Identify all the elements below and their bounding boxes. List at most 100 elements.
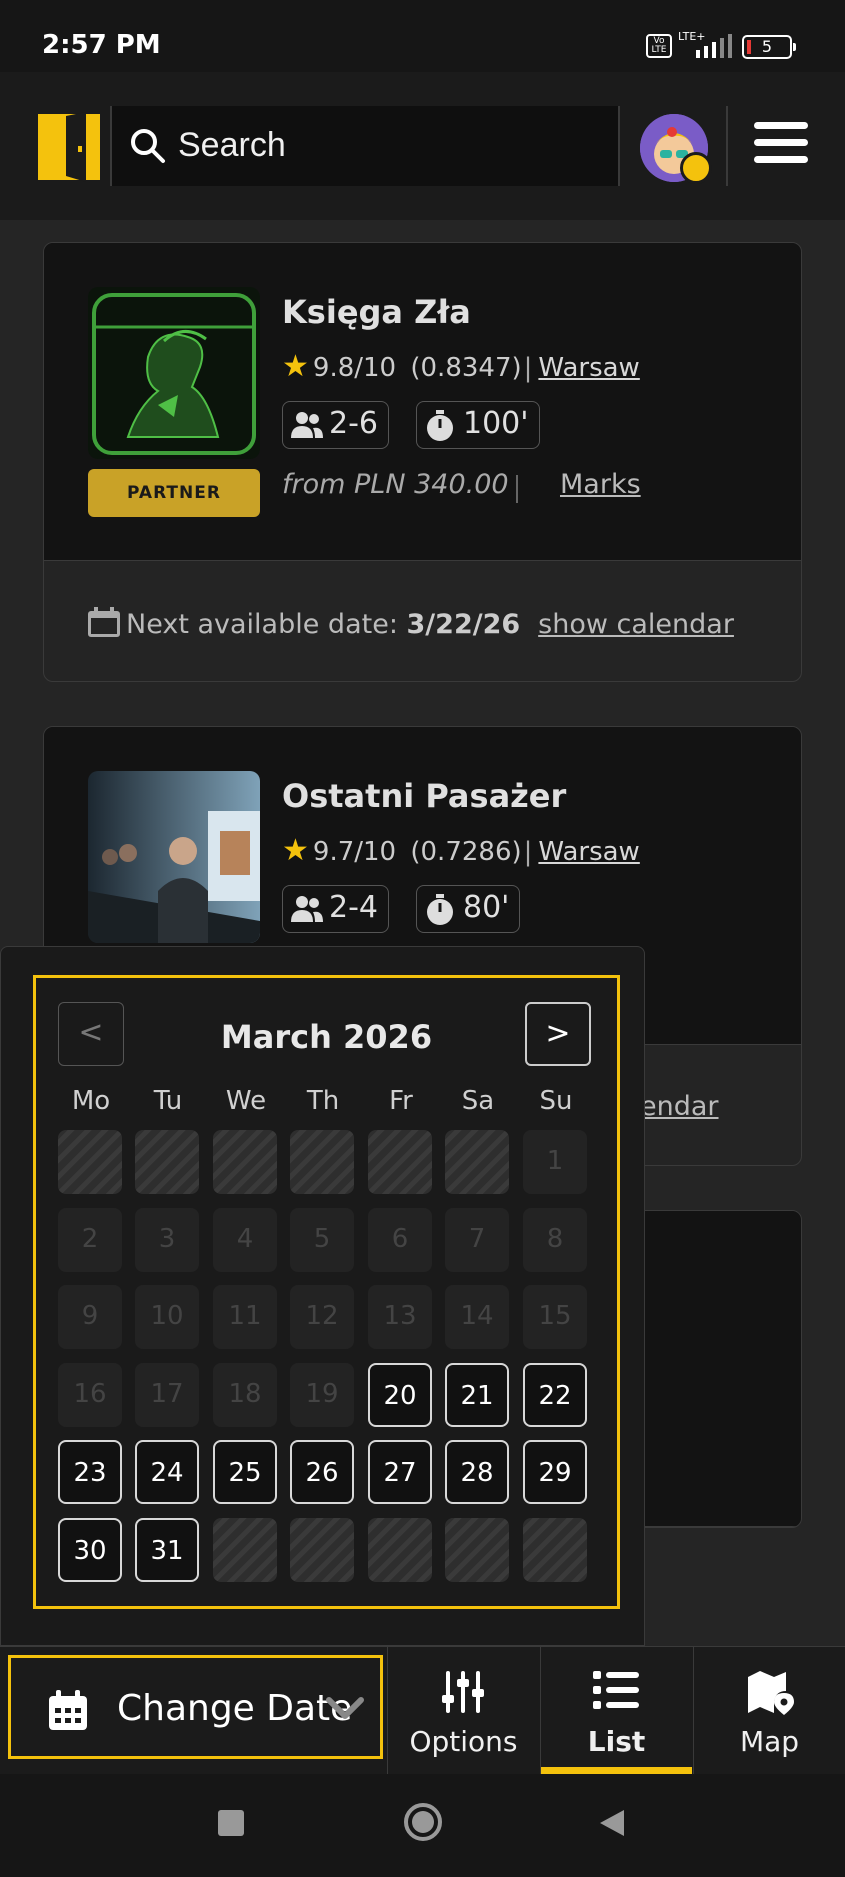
tab-list-label: List (587, 1725, 646, 1758)
rating-value: 9.8/10 (312, 353, 397, 383)
date-picker-popup: < March 2026 > Mo Tu We Th Fr Sa Su 1234567891… (0, 946, 645, 1646)
calendar-day-empty (213, 1130, 277, 1194)
map-icon (748, 1671, 794, 1715)
calendar-day-available[interactable]: 31 (135, 1517, 199, 1582)
stopwatch-icon (427, 410, 453, 441)
app-header: Search (0, 72, 845, 220)
calendar-icon (88, 607, 120, 637)
rating-value: 9.7/10 (312, 837, 397, 867)
next-month-button[interactable]: > (525, 1002, 591, 1066)
calendar-day-available[interactable]: 20 (368, 1362, 432, 1427)
volte-icon: Vo LTE (646, 34, 672, 58)
header-divider (726, 106, 728, 186)
players-value: 2-4 (329, 890, 378, 925)
change-date-button[interactable]: Change Date (8, 1655, 383, 1759)
recent-apps-icon[interactable] (216, 1808, 246, 1838)
weekday-label: We (225, 1086, 267, 1116)
calendar-day-disabled: 12 (290, 1285, 354, 1349)
calendar-day-disabled: 7 (445, 1207, 509, 1272)
weekday-label: Su (539, 1086, 573, 1116)
weekday-label: Tu (153, 1086, 183, 1116)
avatar-badge (680, 152, 712, 184)
show-calendar-link-text[interactable]: endar (640, 1091, 719, 1122)
next-date-value: 3/22/26 (406, 609, 521, 640)
duration-value: 80' (463, 890, 510, 925)
stopwatch-icon (427, 894, 453, 925)
calendar-day-available[interactable]: 26 (290, 1440, 354, 1504)
calendar-day-disabled: 19 (290, 1362, 354, 1427)
show-calendar-link[interactable]: show calendar (538, 609, 734, 640)
calendar-day-disabled: 2 (58, 1207, 122, 1272)
signal-icon (696, 34, 732, 58)
sliders-icon (442, 1671, 484, 1713)
weekday-label: Fr (389, 1086, 413, 1116)
calendar-day-empty (290, 1130, 354, 1194)
system-navigation-bar (0, 1774, 845, 1877)
room-title[interactable]: Ostatni Pasażer (282, 777, 566, 815)
calendar-day-available[interactable]: 25 (213, 1440, 277, 1504)
battery-icon: 5 (742, 35, 796, 59)
back-icon[interactable] (596, 1808, 626, 1838)
room-thumbnail-image[interactable] (88, 287, 260, 459)
show-calendar-link[interactable]: endar (640, 1091, 719, 1122)
calendar-day-disabled: 18 (213, 1362, 277, 1427)
search-placeholder: Search (178, 126, 286, 164)
duration-value: 100' (463, 406, 529, 441)
room-thumbnail-image[interactable] (88, 771, 260, 943)
tab-options-label: Options (409, 1725, 518, 1758)
weekday-label: Mo (71, 1086, 111, 1116)
partner-badge: PARTNER (88, 469, 260, 517)
calendar-day-available[interactable]: 23 (58, 1440, 122, 1504)
calendar-day-disabled: 8 (523, 1207, 587, 1272)
status-bar: 2:57 PM Vo LTE LTE+ 5 (0, 0, 845, 72)
status-time: 2:57 PM (42, 30, 161, 60)
room-card[interactable]: PARTNER Księga Zła ★ 9.8/10 (0.8347)| Wars… (43, 242, 802, 682)
calendar-day-empty (445, 1517, 509, 1582)
app-logo-icon[interactable] (38, 110, 100, 184)
calendar-day-disabled: 15 (523, 1285, 587, 1349)
calendar-day-empty (135, 1130, 199, 1194)
calendar-day-available[interactable]: 27 (368, 1440, 432, 1504)
calendar-day-available[interactable]: 29 (523, 1440, 587, 1504)
room-rating: ★ 9.8/10 (0.8347)| Warsaw (282, 349, 640, 384)
players-chip: 2-6 (282, 401, 389, 449)
calendar-day-available[interactable]: 30 (58, 1517, 122, 1582)
bottom-toolbar: Change Date Options List Map (0, 1646, 845, 1775)
calendar-day-disabled: 13 (368, 1285, 432, 1349)
people-icon (291, 896, 323, 922)
calendar-icon (49, 1690, 87, 1730)
weekday-label: Th (306, 1086, 340, 1116)
city-link[interactable]: Warsaw (538, 353, 639, 383)
calendar-day-available[interactable]: 21 (445, 1362, 509, 1427)
room-title[interactable]: Księga Zła (282, 293, 471, 331)
calendar-day-available[interactable]: 24 (135, 1440, 199, 1504)
people-icon (291, 412, 323, 438)
calendar-day-disabled: 6 (368, 1207, 432, 1272)
calendar-day-empty (213, 1517, 277, 1582)
tab-map-label: Map (739, 1725, 800, 1758)
marks-link[interactable]: Marks (560, 469, 641, 500)
user-avatar[interactable] (640, 114, 712, 184)
calendar-day-disabled: 1 (523, 1130, 587, 1194)
calendar-day-available[interactable]: 28 (445, 1440, 509, 1504)
tab-options[interactable]: Options (387, 1647, 539, 1775)
city-link[interactable]: Warsaw (538, 837, 639, 867)
chevron-down-icon (326, 1697, 364, 1719)
room-card-main: PARTNER Księga Zła ★ 9.8/10 (0.8347)| Wars… (44, 243, 801, 561)
calendar-day-disabled: 4 (213, 1207, 277, 1272)
star-icon: ★ (282, 833, 309, 868)
search-icon (131, 129, 165, 163)
calendar-day-empty (368, 1517, 432, 1582)
calendar-day-empty (523, 1517, 587, 1582)
calendar-day-disabled: 3 (135, 1207, 199, 1272)
calendar-day-available[interactable]: 22 (523, 1362, 587, 1427)
duration-chip: 100' (416, 401, 540, 449)
hamburger-menu-icon[interactable] (754, 122, 808, 168)
tab-map[interactable]: Map (693, 1647, 845, 1775)
home-icon[interactable] (403, 1802, 443, 1842)
search-bar[interactable]: Search (110, 106, 620, 186)
calendar-day-empty (58, 1130, 122, 1194)
tab-list[interactable]: List (540, 1647, 692, 1775)
calendar-day-empty (368, 1130, 432, 1194)
change-date-label: Change Date (117, 1688, 353, 1729)
